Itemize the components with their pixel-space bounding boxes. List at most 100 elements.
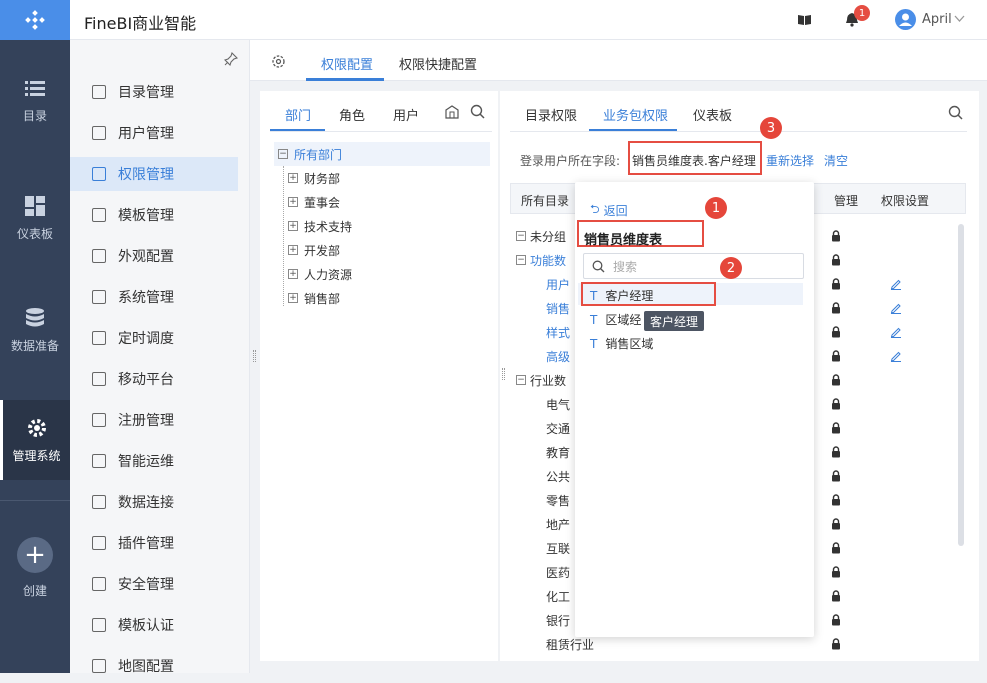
collapse-icon[interactable]: − xyxy=(516,255,526,265)
table-row[interactable]: 高级 xyxy=(546,344,570,368)
lock-icon[interactable] xyxy=(831,494,841,506)
search-icon[interactable] xyxy=(470,104,485,119)
lock-icon[interactable] xyxy=(831,590,841,602)
tab-permission-config[interactable]: 权限配置 xyxy=(321,54,373,73)
splitter-handle[interactable] xyxy=(502,368,505,380)
table-row[interactable]: 样式 xyxy=(546,320,570,344)
lock-icon[interactable] xyxy=(831,374,841,386)
expand-icon[interactable]: + xyxy=(288,269,298,279)
table-row[interactable]: 化工 xyxy=(546,584,570,608)
tree-item[interactable]: + 技术支持 xyxy=(288,214,352,238)
tree-item[interactable]: + 董事会 xyxy=(288,190,340,214)
menu-item[interactable]: 移动平台 xyxy=(70,362,238,396)
pin-icon[interactable] xyxy=(224,52,238,66)
table-row[interactable]: 销售 xyxy=(546,296,570,320)
menu-item[interactable]: 目录管理 xyxy=(70,75,238,109)
lock-icon[interactable] xyxy=(831,638,841,650)
search-icon[interactable] xyxy=(948,105,963,120)
nav-catalog[interactable]: 目录 xyxy=(0,60,70,140)
nav-data-prep[interactable]: 数据准备 xyxy=(0,290,70,370)
book-icon[interactable] xyxy=(797,13,812,26)
lock-icon[interactable] xyxy=(831,566,841,578)
tab-dashboard-permission[interactable]: 仪表板 xyxy=(693,105,732,124)
tab-role[interactable]: 角色 xyxy=(339,105,365,124)
menu-item[interactable]: 模板管理 xyxy=(70,198,238,232)
field-option[interactable]: T 区域经 xyxy=(590,311,641,328)
expand-icon[interactable]: + xyxy=(288,221,298,231)
plus-icon[interactable]: + xyxy=(17,537,53,573)
menu-item[interactable]: 模板认证 xyxy=(70,608,238,642)
edit-icon[interactable] xyxy=(890,302,902,314)
edit-icon[interactable] xyxy=(890,350,902,362)
lock-icon[interactable] xyxy=(831,614,841,626)
edit-icon[interactable] xyxy=(890,278,902,290)
menu-item[interactable]: 数据连接 xyxy=(70,485,238,519)
tree-item[interactable]: + 销售部 xyxy=(288,286,340,310)
menu-item[interactable]: 安全管理 xyxy=(70,567,238,601)
tab-package-permission[interactable]: 业务包权限 xyxy=(603,105,668,124)
tab-quick-config[interactable]: 权限快捷配置 xyxy=(399,54,477,73)
table-row[interactable]: − 行业数 xyxy=(516,368,566,392)
tree-root[interactable]: − 所有部门 xyxy=(278,142,342,166)
tree-item[interactable]: + 人力资源 xyxy=(288,262,352,286)
table-row[interactable]: 零售 xyxy=(546,488,570,512)
clear-link[interactable]: 清空 xyxy=(824,152,848,169)
splitter-handle[interactable] xyxy=(253,350,256,362)
expand-icon[interactable]: + xyxy=(288,293,298,303)
table-row[interactable]: 教育 xyxy=(546,440,570,464)
table-row[interactable]: − 未分组 xyxy=(516,224,566,248)
lock-icon[interactable] xyxy=(831,470,841,482)
expand-icon[interactable]: + xyxy=(288,245,298,255)
back-link[interactable]: ⮌ 返回 xyxy=(590,200,628,221)
collapse-icon[interactable]: − xyxy=(516,375,526,385)
login-field-value[interactable]: 销售员维度表.客户经理 xyxy=(632,152,756,169)
tab-catalog-permission[interactable]: 目录权限 xyxy=(525,105,577,124)
edit-icon[interactable] xyxy=(890,326,902,338)
lock-icon[interactable] xyxy=(831,278,841,290)
table-row[interactable]: 交通 xyxy=(546,416,570,440)
menu-item[interactable]: 地图配置 xyxy=(70,649,238,683)
nav-dashboard[interactable]: 仪表板 xyxy=(0,178,70,258)
lock-icon[interactable] xyxy=(831,398,841,410)
lock-icon[interactable] xyxy=(831,254,841,266)
lock-icon[interactable] xyxy=(831,302,841,314)
lock-icon[interactable] xyxy=(831,446,841,458)
table-row[interactable]: 公共 xyxy=(546,464,570,488)
nav-admin[interactable]: 管理系统 xyxy=(0,400,70,480)
chevron-down-icon[interactable] xyxy=(954,15,965,23)
field-option[interactable]: T 客户经理 xyxy=(590,287,653,304)
menu-item[interactable]: 智能运维 xyxy=(70,444,238,478)
lock-icon[interactable] xyxy=(831,422,841,434)
table-row[interactable]: 银行 xyxy=(546,608,570,632)
expand-icon[interactable]: + xyxy=(288,173,298,183)
avatar[interactable] xyxy=(895,9,916,30)
menu-item[interactable]: 权限管理 xyxy=(70,157,238,191)
reselect-link[interactable]: 重新选择 xyxy=(766,152,814,169)
lock-icon[interactable] xyxy=(831,230,841,242)
menu-item[interactable]: 系统管理 xyxy=(70,280,238,314)
menu-item[interactable]: 用户管理 xyxy=(70,116,238,150)
table-row[interactable]: 电气 xyxy=(546,392,570,416)
table-row[interactable]: 医药 xyxy=(546,560,570,584)
tree-item[interactable]: + 财务部 xyxy=(288,166,340,190)
menu-item[interactable]: 外观配置 xyxy=(70,239,238,273)
table-row[interactable]: 用户 xyxy=(546,272,570,296)
lock-icon[interactable] xyxy=(831,542,841,554)
table-row[interactable]: 地产 xyxy=(546,512,570,536)
app-logo[interactable] xyxy=(0,0,70,40)
scrollbar[interactable] xyxy=(958,224,964,546)
lock-icon[interactable] xyxy=(831,350,841,362)
field-option[interactable]: T 销售区域 xyxy=(590,335,653,352)
lock-icon[interactable] xyxy=(831,326,841,338)
expand-icon[interactable]: + xyxy=(288,197,298,207)
menu-item[interactable]: 定时调度 xyxy=(70,321,238,355)
tree-item[interactable]: + 开发部 xyxy=(288,238,340,262)
menu-item[interactable]: 插件管理 xyxy=(70,526,238,560)
org-filter-icon[interactable] xyxy=(444,104,460,120)
tab-user[interactable]: 用户 xyxy=(393,105,419,124)
settings-icon[interactable] xyxy=(271,54,286,69)
lock-icon[interactable] xyxy=(831,518,841,530)
table-row[interactable]: − 功能数 xyxy=(516,248,566,272)
table-row[interactable]: 互联 xyxy=(546,536,570,560)
username[interactable]: April xyxy=(922,12,952,27)
